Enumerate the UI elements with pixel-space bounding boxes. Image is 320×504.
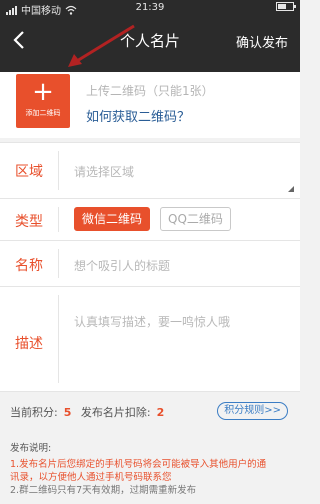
points-rules-button[interactable]: 积分规则>> — [217, 402, 288, 420]
current-points-label: 当前积分: — [10, 406, 58, 419]
battery-icon — [276, 2, 296, 11]
type-row: 类型 微信二维码 QQ二维码 — [0, 198, 300, 240]
region-row[interactable]: 区域 请选择区域 — [0, 142, 300, 198]
name-input[interactable]: 想个吸引人的标题 — [74, 257, 170, 274]
dropdown-corner-icon — [288, 186, 294, 192]
desc-row: 描述 认真填写描述，要一鸣惊人哦 — [0, 286, 300, 392]
type-qq-option[interactable]: QQ二维码 — [160, 207, 231, 231]
status-bar: 中国移动 21:39 — [0, 0, 300, 17]
qr-upload-section: + 添加二维码 上传二维码（只能1张） 如何获取二维码？ — [0, 72, 300, 138]
plus-icon: + — [32, 77, 54, 107]
desc-textarea[interactable]: 认真填写描述，要一鸣惊人哦 — [74, 313, 230, 330]
confirm-publish-button[interactable]: 确认发布 — [236, 32, 288, 51]
region-label: 区域 — [15, 164, 43, 180]
current-points-value: 5 — [63, 406, 72, 419]
upload-hint: 上传二维码（只能1张） — [86, 84, 214, 98]
add-qr-button[interactable]: + 添加二维码 — [16, 74, 70, 128]
name-label: 名称 — [15, 258, 43, 274]
points-bar: 当前积分: 5 发布名片扣除: 2 积分规则>> — [0, 398, 300, 424]
name-row: 名称 想个吸引人的标题 — [0, 240, 300, 286]
notes-title: 发布说明: — [10, 443, 52, 454]
notes-line-2: 2.群二维码只有7天有效期，过期需重新发布 — [10, 485, 197, 496]
add-qr-label: 添加二维码 — [25, 109, 61, 117]
clock: 21:39 — [135, 2, 165, 13]
cost-label: 发布名片扣除: — [80, 406, 151, 419]
notes-line-1b: 讯录，以方便他人通过手机号码联系您 — [10, 472, 172, 483]
annotation-arrow-icon — [68, 24, 135, 67]
nav-bar: 个人名片 确认发布 — [0, 18, 300, 64]
notes-line-1: 1.发布名片后您绑定的手机号码将会可能被导入其他用户的通 — [10, 459, 267, 470]
how-to-get-qr-link[interactable]: 如何获取二维码？ — [86, 106, 190, 125]
type-wechat-option[interactable]: 微信二维码 — [74, 207, 151, 231]
publish-notes: 发布说明: 1.发布名片后您绑定的手机号码将会可能被导入其他用户的通 讯录，以方… — [0, 440, 300, 497]
top-bar: 中国移动 21:39 个人名片 确认发布 — [0, 0, 300, 72]
region-select[interactable]: 请选择区域 — [74, 163, 134, 180]
type-label: 类型 — [15, 214, 43, 230]
cost-value: 2 — [156, 406, 165, 419]
desc-label: 描述 — [15, 336, 43, 352]
